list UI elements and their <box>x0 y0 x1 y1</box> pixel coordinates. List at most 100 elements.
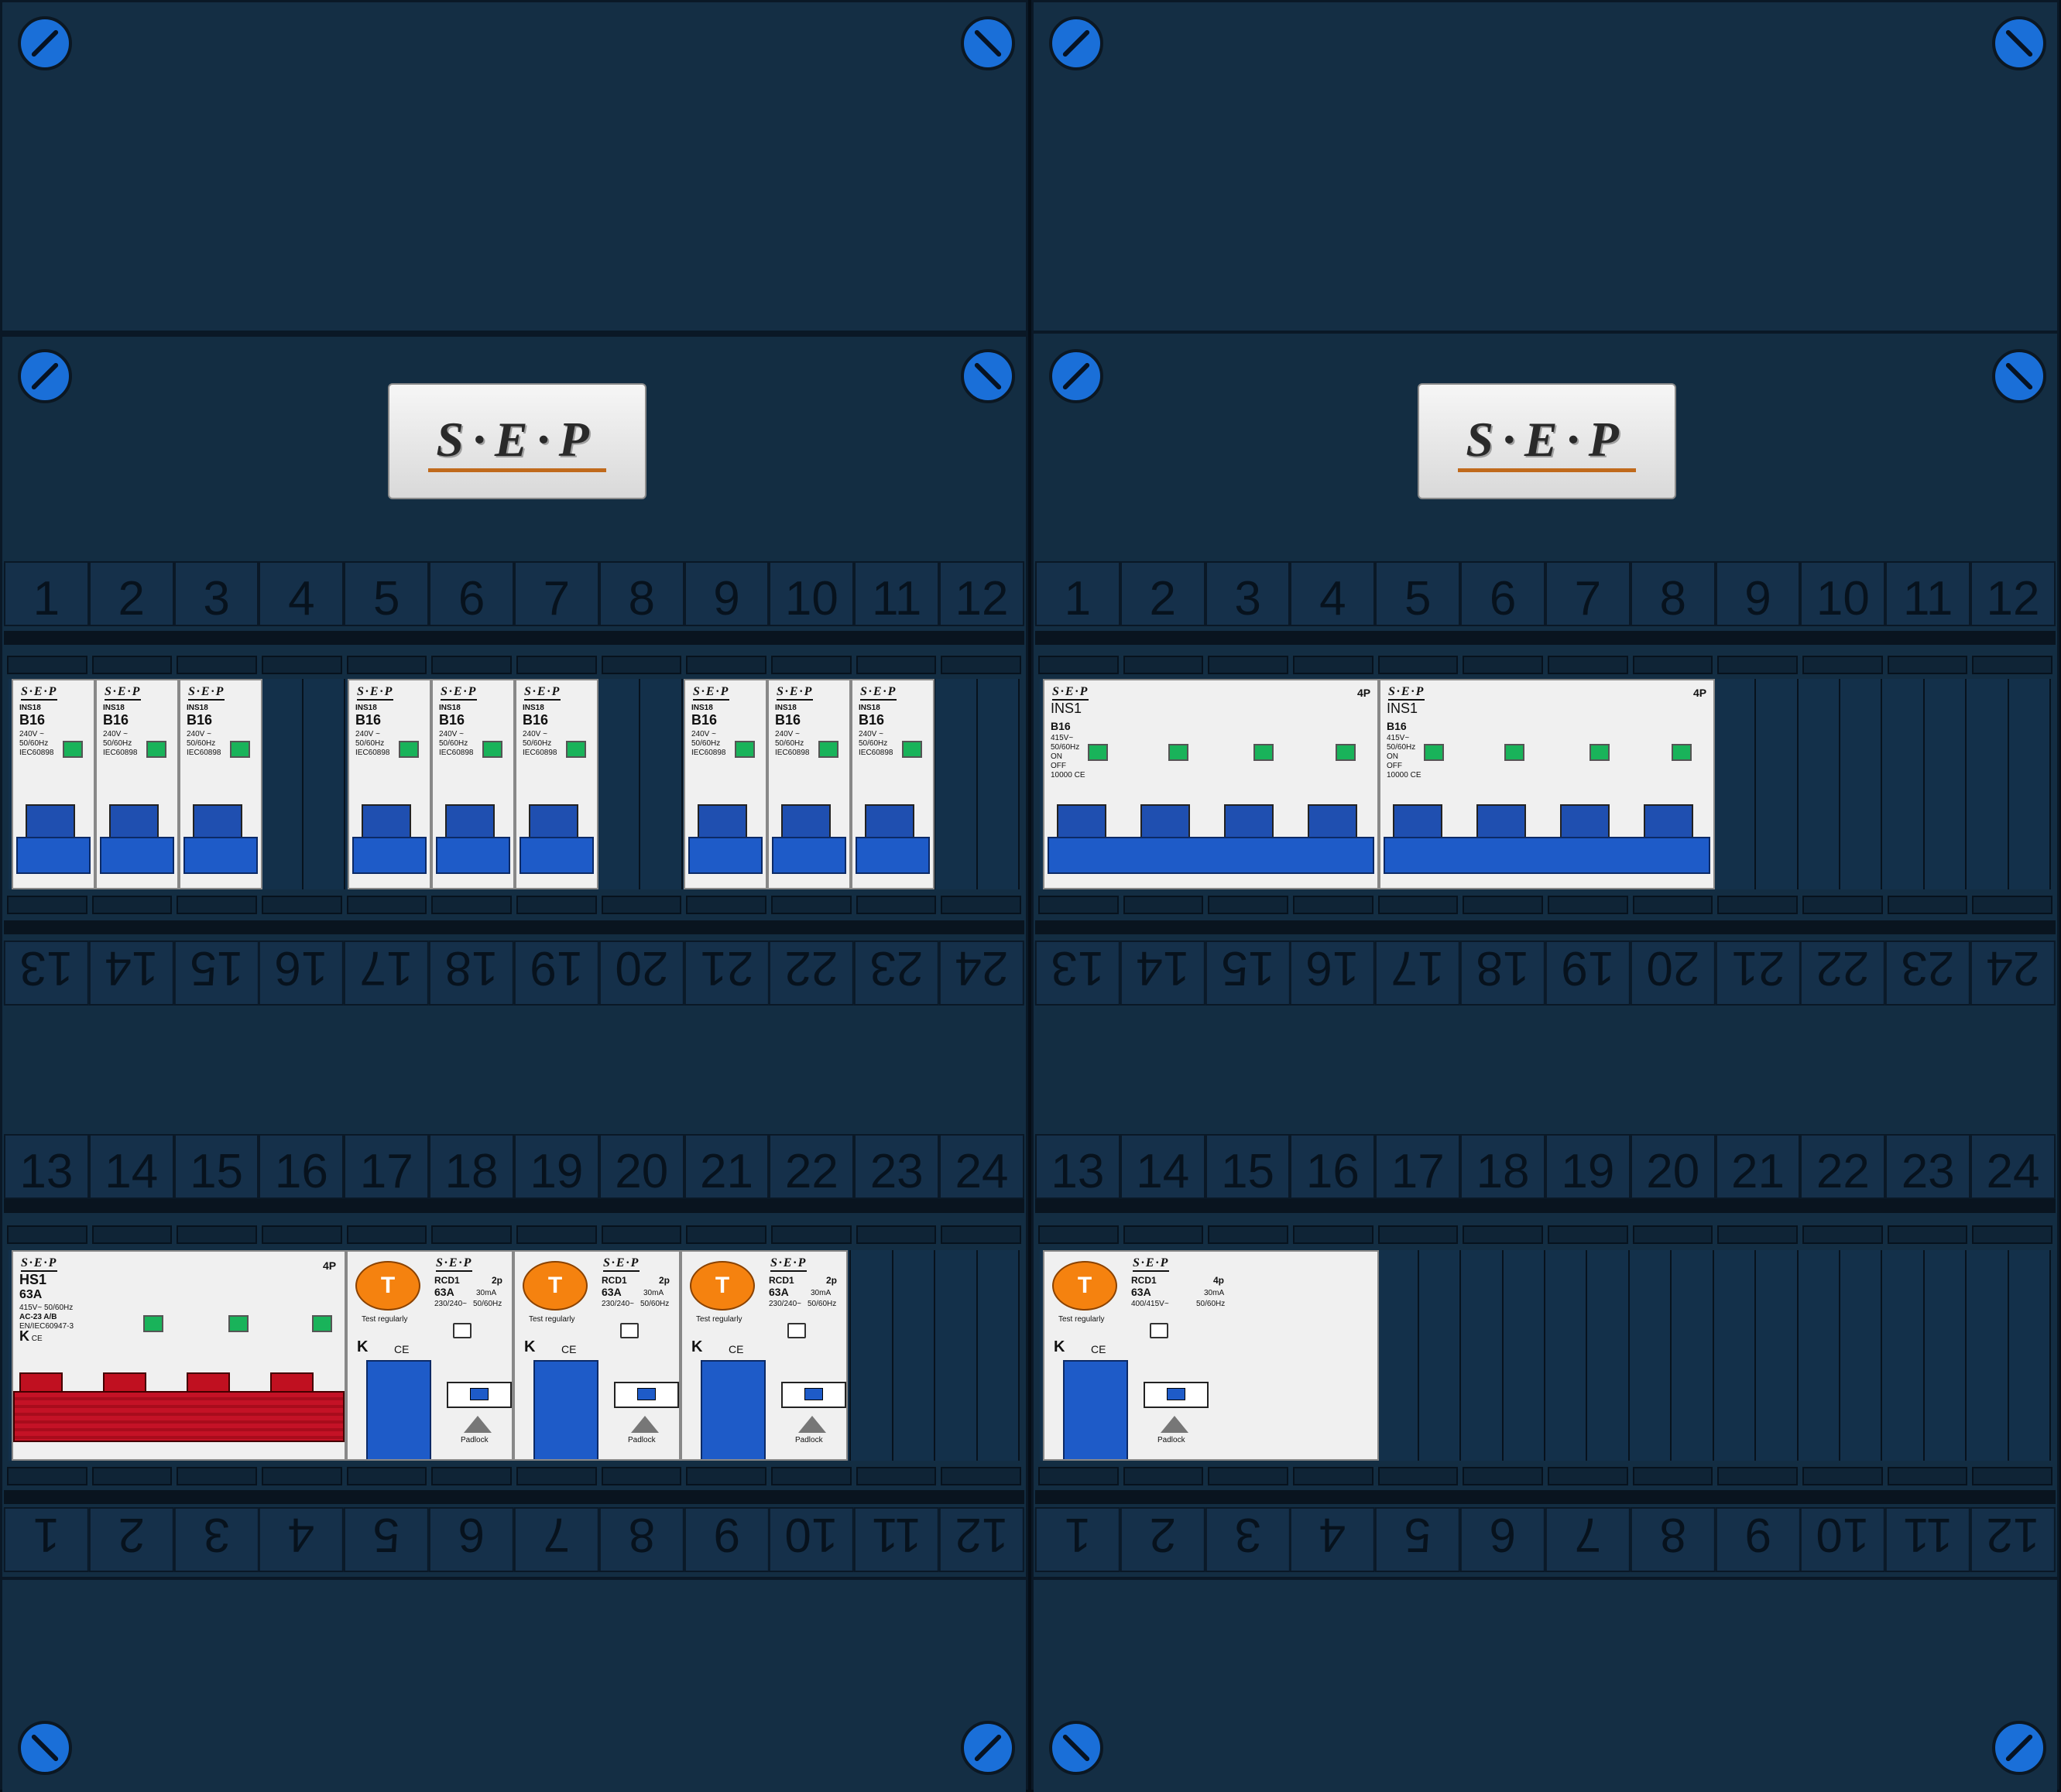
screw-icon[interactable] <box>961 1721 1015 1775</box>
breaker-1[interactable]: S·E·P INS18 B16 240V ~50/60Hz IEC60898 <box>12 679 95 889</box>
switch-toggle[interactable] <box>1048 804 1374 874</box>
screw-icon[interactable] <box>1049 1721 1103 1775</box>
padlock-slider[interactable] <box>447 1382 512 1408</box>
rcd-toggle[interactable] <box>533 1360 598 1459</box>
slot-number: 14 <box>1120 941 1205 1006</box>
breaker-toggle[interactable] <box>856 804 930 874</box>
switch-rating: B16 <box>1051 720 1071 732</box>
padlock-slider[interactable] <box>1144 1382 1209 1408</box>
breaker-toggle[interactable] <box>100 804 174 874</box>
breaker-std: IEC60898 <box>523 749 557 757</box>
breaker-rating: B16 <box>187 712 213 728</box>
slot-number: 24 <box>939 1134 1024 1199</box>
slot-number: 24 <box>1970 1134 2056 1199</box>
breaker-5[interactable]: S·E·P INS18 B16 240V ~50/60Hz IEC60898 <box>348 679 431 889</box>
status-led <box>63 741 83 758</box>
breaker-3[interactable]: S·E·P INS18 B16 240V ~50/60Hz IEC60898 <box>179 679 262 889</box>
breaker-model: INS18 <box>859 704 880 712</box>
breaker-toggle[interactable] <box>352 804 427 874</box>
screw-icon[interactable] <box>1992 16 2046 70</box>
slot-number: 12 <box>1970 1507 2056 1572</box>
slot-number: 13 <box>4 941 89 1006</box>
breaker-10[interactable]: S·E·P INS18 B16 240V ~50/60Hz IEC60898 <box>767 679 851 889</box>
test-label: Test regularly <box>529 1315 575 1324</box>
rcd-1[interactable]: T Test regularly S·E·P RCD1 63A 230/240~… <box>346 1250 513 1461</box>
slot-number: 10 <box>769 1507 855 1572</box>
rail-tabs <box>1038 1467 2053 1485</box>
brand-logo: S·E·P <box>428 411 606 472</box>
breaker-7[interactable]: S·E·P INS18 B16 240V ~50/60Hz IEC60898 <box>515 679 598 889</box>
breaker-freq: 50/60Hz <box>187 739 216 748</box>
switch-toggle[interactable] <box>1384 804 1710 874</box>
row2-rail: T Test regularly S·E·P RCD1 63A 400/415V… <box>1040 1250 2052 1461</box>
rcd-rating: 63A <box>434 1286 454 1298</box>
breaker-toggle[interactable] <box>688 804 763 874</box>
rcd-freq: 50/60Hz <box>1196 1300 1226 1308</box>
isolator-switch-2[interactable]: S·E·P INS1 B16 415V~ 50/60Hz ON OFF 10000 CE… <box>1379 679 1715 889</box>
breaker-freq: 50/60Hz <box>19 739 49 748</box>
slot-number: 9 <box>684 1507 770 1572</box>
screw-icon[interactable] <box>1992 349 2046 403</box>
breaker-toggle[interactable] <box>436 804 510 874</box>
rail-tabs <box>7 656 1022 674</box>
rcd-model: RCD1 <box>1131 1275 1157 1286</box>
screw-icon[interactable] <box>1992 1721 2046 1775</box>
rcd-2[interactable]: T Test regularly S·E·P RCD1 63A 230/240~… <box>513 1250 681 1461</box>
breaker-toggle[interactable] <box>183 804 258 874</box>
slot-number: 19 <box>1545 941 1631 1006</box>
slot-number: 8 <box>598 1507 684 1572</box>
slot-number: 7 <box>513 561 599 626</box>
test-button[interactable]: T <box>355 1261 420 1311</box>
rcd-toggle[interactable] <box>701 1360 766 1459</box>
breaker-2[interactable]: S·E·P INS18 B16 240V ~50/60Hz IEC60898 <box>95 679 179 889</box>
slot-number: 18 <box>429 1134 514 1199</box>
breaker-toggle[interactable] <box>16 804 91 874</box>
breaker-rating: B16 <box>439 712 465 728</box>
slot-number: 7 <box>1545 561 1631 626</box>
slot-number: 5 <box>344 1507 430 1572</box>
test-button[interactable]: T <box>523 1261 588 1311</box>
main-switch-handle[interactable] <box>13 1372 345 1442</box>
breaker-11[interactable]: S·E·P INS18 B16 240V ~50/60Hz IEC60898 <box>851 679 934 889</box>
test-button[interactable]: T <box>690 1261 755 1311</box>
status-led <box>230 741 250 758</box>
status-led <box>735 741 755 758</box>
slot-number: 7 <box>1545 1507 1631 1572</box>
rcd-3[interactable]: T Test regularly S·E·P RCD1 63A 230/240~… <box>681 1250 848 1461</box>
rcd-poles: 4p <box>1213 1275 1225 1286</box>
rail-tabs <box>1038 656 2053 674</box>
rcd-toggle[interactable] <box>366 1360 431 1459</box>
rcd-indicator <box>1150 1323 1168 1338</box>
screw-icon[interactable] <box>961 16 1015 70</box>
breaker-model: INS18 <box>103 704 125 712</box>
padlock-slider[interactable] <box>614 1382 679 1408</box>
slot-number: 18 <box>429 941 514 1006</box>
rcd-mark: K <box>691 1338 703 1355</box>
slot-number: 23 <box>854 941 940 1006</box>
rcd-toggle[interactable] <box>1063 1360 1128 1459</box>
screw-icon[interactable] <box>18 16 72 70</box>
rcd-4p[interactable]: T Test regularly S·E·P RCD1 63A 400/415V… <box>1043 1250 1379 1461</box>
rcd-poles: 2p <box>659 1275 670 1286</box>
slot-number: 24 <box>939 941 1024 1006</box>
main-switch[interactable]: S·E·P HS1 63A 415V~ 50/60Hz AC-23 A/B EN/I… <box>12 1250 346 1461</box>
padlock-icon <box>631 1416 659 1433</box>
padlock-slider[interactable] <box>781 1382 846 1408</box>
screw-icon[interactable] <box>1049 349 1103 403</box>
slot-number: 4 <box>259 1507 345 1572</box>
breaker-toggle[interactable] <box>520 804 594 874</box>
slot-number: 11 <box>854 561 940 626</box>
screw-icon[interactable] <box>18 1721 72 1775</box>
screw-icon[interactable] <box>18 349 72 403</box>
rcd-rating: 63A <box>769 1286 789 1298</box>
breaker-6[interactable]: S·E·P INS18 B16 240V ~50/60Hz IEC60898 <box>431 679 515 889</box>
isolator-switch-1[interactable]: S·E·P INS1 B16 415V~ 50/60Hz ON OFF 10000 CE… <box>1043 679 1379 889</box>
slot-number: 4 <box>1290 1507 1376 1572</box>
breaker-toggle[interactable] <box>772 804 846 874</box>
screw-icon[interactable] <box>961 349 1015 403</box>
screw-icon[interactable] <box>1049 16 1103 70</box>
slot-number: 12 <box>1970 561 2056 626</box>
test-button[interactable]: T <box>1052 1261 1117 1311</box>
rcd-model: RCD1 <box>769 1275 794 1286</box>
breaker-9[interactable]: S·E·P INS18 B16 240V ~50/60Hz IEC60898 <box>684 679 767 889</box>
